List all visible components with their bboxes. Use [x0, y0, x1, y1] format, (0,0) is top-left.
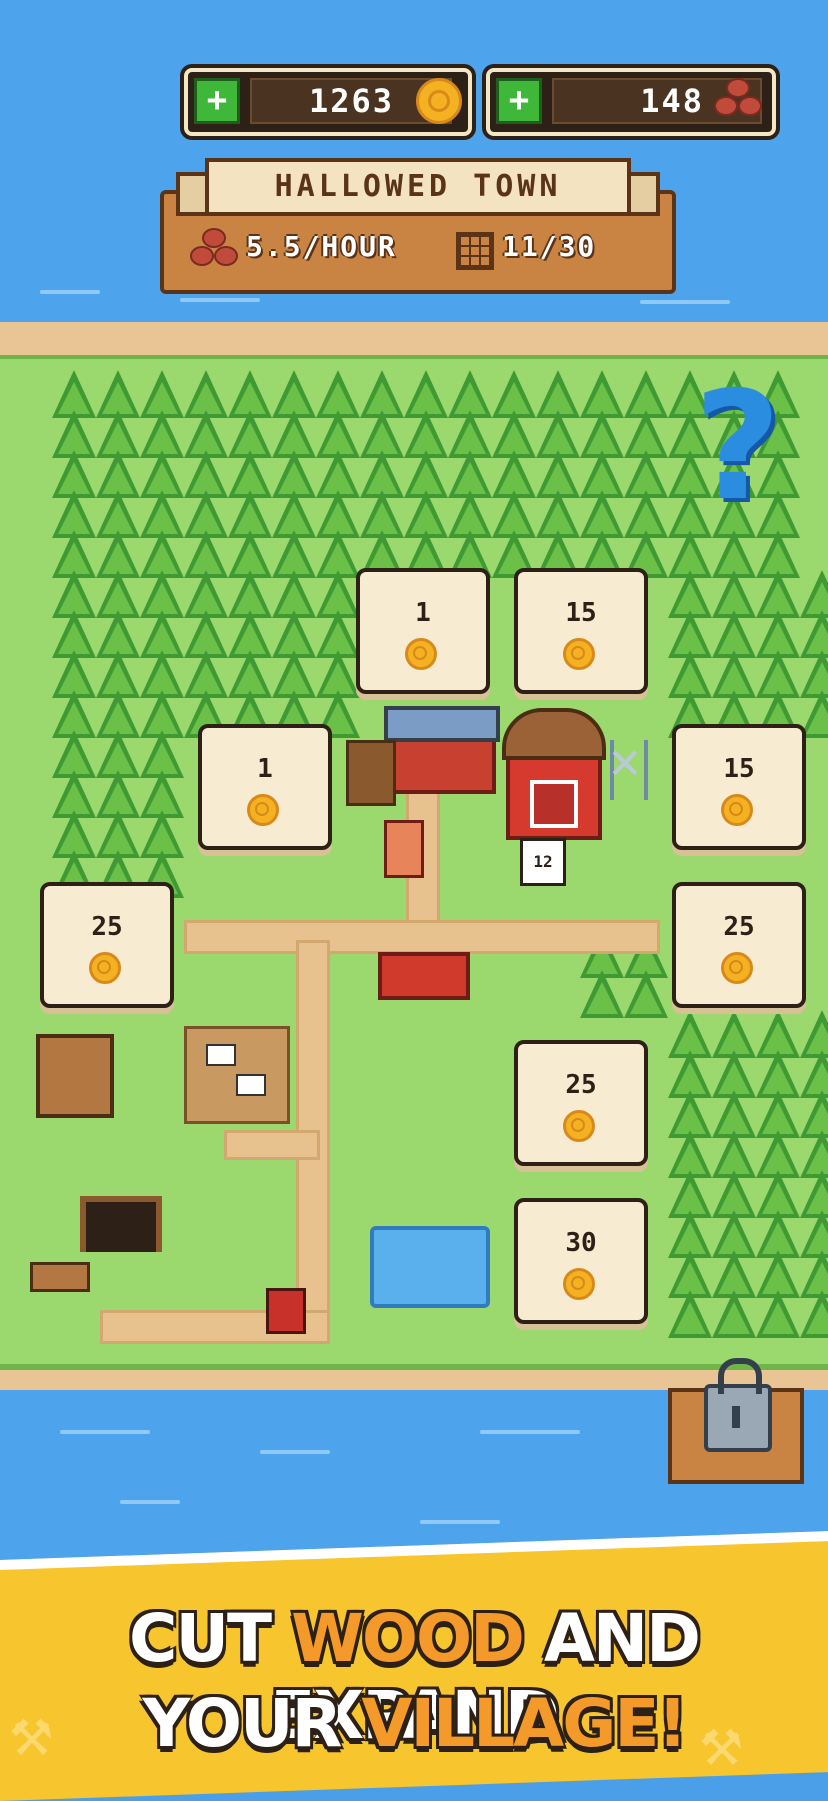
plot-card[interactable]: 15	[672, 724, 806, 850]
woodshed	[346, 740, 396, 806]
coin-icon	[563, 638, 595, 670]
plot-price: 25	[565, 1070, 597, 1100]
plot-card[interactable]: 25	[514, 1040, 648, 1166]
lumberjack-character[interactable]	[384, 820, 424, 878]
woodcutter-character[interactable]	[266, 1288, 306, 1334]
plot-price: 15	[565, 598, 597, 628]
plots-count: 11/30	[502, 230, 597, 263]
wood-rate: 5.5/HOUR	[246, 230, 397, 263]
pine-tree[interactable]	[800, 1290, 828, 1338]
pine-tree[interactable]	[668, 1290, 712, 1338]
coin-icon	[563, 1110, 595, 1142]
plot-price: 25	[723, 912, 755, 942]
cow-icon	[236, 1074, 266, 1096]
pine-tree[interactable]	[712, 1290, 756, 1338]
coin-icon	[405, 638, 437, 670]
coin-icon	[416, 78, 462, 124]
mine-cart	[30, 1262, 90, 1292]
plot-card[interactable]: 25	[40, 882, 174, 1008]
town-name: HALLOWED TOWN	[205, 158, 631, 216]
plot-card[interactable]: 1	[198, 724, 332, 850]
windmill-blades-icon: ✕	[609, 731, 641, 791]
wave	[260, 1450, 330, 1454]
wave	[180, 298, 260, 302]
plot-price: 1	[257, 754, 273, 784]
mine-entrance[interactable]	[80, 1196, 162, 1252]
pine-tree[interactable]	[756, 1290, 800, 1338]
house-roof	[384, 706, 500, 742]
plot-grid-icon	[456, 232, 494, 270]
red-truck[interactable]	[378, 952, 470, 1000]
plot-price: 25	[91, 912, 123, 942]
player-jersey[interactable]: 12	[520, 838, 566, 886]
wave	[40, 290, 100, 294]
wave	[640, 300, 730, 304]
wood-logs-icon	[188, 228, 240, 268]
coin-icon	[247, 794, 279, 826]
pond	[370, 1226, 490, 1308]
plot-price: 15	[723, 754, 755, 784]
wood-logs-icon	[712, 78, 764, 118]
dirt-path	[184, 920, 660, 954]
wave	[120, 1500, 180, 1504]
storage-hut[interactable]	[36, 1034, 114, 1118]
barn-roof	[502, 708, 606, 760]
pine-tree[interactable]	[580, 970, 624, 1018]
plot-card[interactable]: 1	[356, 568, 490, 694]
mystery-question-mark[interactable]: ?	[694, 372, 784, 522]
coins-counter: + 1263	[184, 68, 472, 136]
add-coins-button[interactable]: +	[194, 78, 240, 124]
coin-icon	[563, 1268, 595, 1300]
coin-icon	[89, 952, 121, 984]
wave	[480, 1430, 580, 1434]
wave	[60, 1430, 150, 1434]
plot-price: 30	[565, 1228, 597, 1258]
add-wood-button[interactable]: +	[496, 78, 542, 124]
coin-icon	[721, 952, 753, 984]
cow-icon	[206, 1044, 236, 1066]
wave	[420, 1520, 500, 1524]
plot-card[interactable]: 15	[514, 568, 648, 694]
barn-door	[530, 780, 578, 828]
plot-price: 1	[415, 598, 431, 628]
plot-card[interactable]: 25	[672, 882, 806, 1008]
wood-counter: + 148	[486, 68, 776, 136]
plot-card[interactable]: 30	[514, 1198, 648, 1324]
dirt-path	[224, 1130, 320, 1160]
promo-line-2: YOUR VILLAGE!	[142, 1685, 687, 1762]
pine-tree[interactable]	[624, 970, 668, 1018]
coin-icon	[721, 794, 753, 826]
lock-icon[interactable]	[704, 1358, 772, 1452]
